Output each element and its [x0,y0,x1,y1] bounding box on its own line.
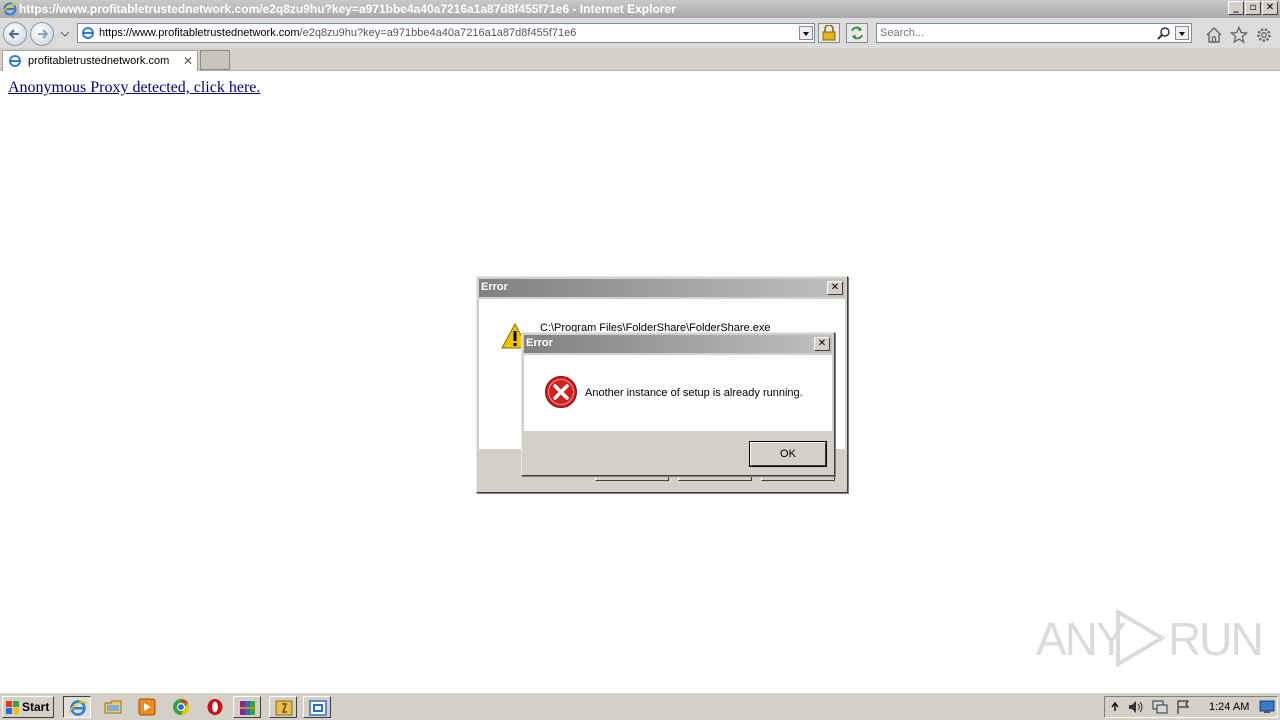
taskbar-archive-tool[interactable] [269,696,297,718]
address-url-domain: https://www.profitabletrustednetwork.com [99,27,300,39]
taskbar-installer[interactable] [303,696,331,718]
search-input[interactable] [880,26,1150,40]
installer-icon [309,700,327,716]
start-label: Start [22,700,50,714]
window-title: https://www.profitabletrustednetwork.com… [19,2,676,16]
opera-icon [207,699,223,715]
internet-explorer-icon [3,2,17,16]
dialog-title-bar: Error ✕ [524,335,832,353]
taskbar-internet-explorer[interactable] [63,696,91,718]
tab-profitabletrustednetwork[interactable]: profitabletrustednetwork.com ✕ [2,50,198,71]
dialog-title: Error [481,281,508,293]
favorites-star-icon[interactable] [1230,26,1248,44]
address-url[interactable]: https://www.profitabletrustednetwork.com… [99,27,576,39]
taskbar-explorer[interactable] [99,696,127,718]
taskbar-media-player[interactable] [133,696,161,718]
ok-button[interactable]: OK [749,441,827,467]
forward-arrow-icon [38,29,49,39]
new-tab-button[interactable] [200,50,230,70]
forward-button[interactable] [30,22,54,46]
back-arrow-icon [8,29,19,39]
volume-icon[interactable] [1127,699,1145,715]
taskbar-clock[interactable]: 1:24 AM [1209,701,1249,713]
taskbar-opera[interactable] [201,696,229,718]
start-button[interactable]: Start [2,696,54,718]
dialog-title-bar: Error ✕ [479,279,845,297]
refresh-button[interactable] [846,23,868,43]
anonymous-proxy-link[interactable]: Anonymous Proxy detected, click here. [8,79,260,97]
address-bar[interactable]: https://www.profitabletrustednetwork.com… [77,23,815,43]
internet-explorer-icon [69,700,87,716]
taskbar: Start 1:24 AM [0,692,1280,720]
address-dropdown-button[interactable] [799,26,813,40]
settings-gear-icon[interactable] [1255,26,1273,44]
play-logo-icon [1116,608,1166,668]
search-box[interactable] [876,23,1192,43]
watermark-text-left: ANY [1036,613,1127,665]
close-button[interactable]: ✕ [1262,1,1278,15]
security-lock-button[interactable] [818,23,840,43]
taskbar-winrar[interactable] [233,696,261,718]
dialog-message: Another instance of setup is already run… [585,387,803,399]
dialog-body: Another instance of setup is already run… [524,355,832,431]
error-dialog-front: Error ✕ Another instance of setup is alr… [521,332,835,476]
window-title-bar: https://www.profitabletrustednetwork.com… [0,0,1280,18]
action-center-flag-icon[interactable] [1175,699,1191,715]
media-player-icon [138,698,156,716]
system-tray: 1:24 AM [1104,696,1278,718]
chrome-icon [173,698,190,716]
search-dropdown-button[interactable] [1175,26,1189,40]
watermark-text-right: RUN [1168,613,1264,665]
minimize-button[interactable]: _ [1228,1,1244,15]
show-desktop-icon[interactable] [1259,700,1275,714]
dialog-close-button[interactable]: ✕ [827,281,843,295]
refresh-icon [851,26,863,40]
history-dropdown-icon[interactable] [60,30,70,38]
tab-label: profitabletrustednetwork.com [28,55,170,67]
network-icon[interactable] [1151,699,1169,715]
archive-folder-icon [275,700,293,716]
show-hidden-icons-icon[interactable] [1110,701,1120,713]
dialog-close-button[interactable]: ✕ [814,337,830,351]
desktop-screen: https://www.profitabletrustednetwork.com… [0,0,1280,720]
error-icon [545,376,577,408]
back-button[interactable] [3,22,27,46]
page-favicon-icon [82,27,94,39]
folder-icon [104,700,122,714]
home-icon[interactable] [1205,26,1223,44]
windows-logo-icon [6,701,19,714]
tab-favicon-icon [9,55,21,67]
tab-strip: profitabletrustednetwork.com ✕ [0,48,1280,71]
maximize-button[interactable]: ▫ [1245,1,1261,15]
address-url-path: /e2q8zu9hu?key=a971bbe4a40a7216a1a87d8f4… [299,27,577,39]
lock-icon [822,25,836,41]
search-icon[interactable] [1157,26,1171,40]
navigation-bar: https://www.profitabletrustednetwork.com… [0,18,1280,48]
tab-close-icon[interactable]: ✕ [183,54,193,68]
winrar-icon [240,701,255,715]
taskbar-chrome[interactable] [167,696,195,718]
anyrun-watermark-logo: ANY RUN [1036,606,1264,672]
dialog-title: Error [526,337,553,349]
